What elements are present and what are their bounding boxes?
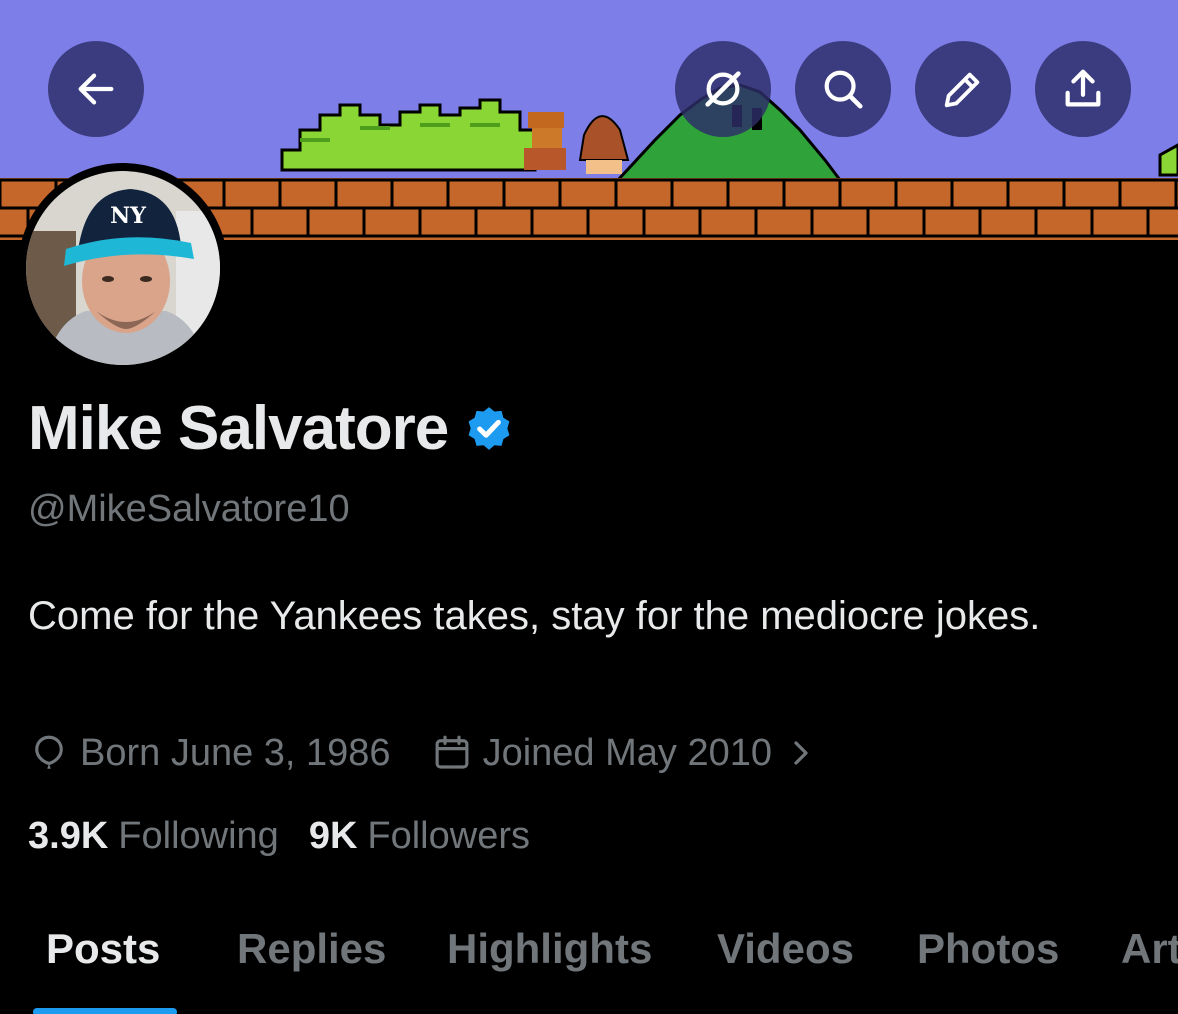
tab-replies[interactable]: Replies <box>237 925 386 973</box>
tab-posts[interactable]: Posts <box>46 925 160 973</box>
birth-date: Born June 3, 1986 <box>28 732 391 775</box>
share-button[interactable] <box>1035 41 1131 137</box>
grok-icon <box>705 71 741 107</box>
avatar[interactable]: NY <box>18 163 228 373</box>
calendar-icon <box>435 735 469 769</box>
join-date[interactable]: Joined May 2010 <box>431 732 826 775</box>
grok-button[interactable] <box>675 41 771 137</box>
tab-videos[interactable]: Videos <box>717 925 854 973</box>
tab-photos[interactable]: Photos <box>917 925 1059 973</box>
profile-name: Mike Salvatore <box>28 394 449 463</box>
followers-link[interactable]: 9K Followers <box>309 815 530 858</box>
profile-meta: Born June 3, 1986 Joined May 2010 <box>28 728 826 778</box>
following-label: Following <box>118 815 279 857</box>
following-count: 3.9K <box>28 815 109 857</box>
birth-date-text: Born June 3, 1986 <box>80 731 391 774</box>
svg-text:NY: NY <box>110 203 146 229</box>
following-link[interactable]: 3.9K Following <box>28 815 279 858</box>
profile-bio: Come for the Yankees takes, stay for the… <box>28 594 1041 638</box>
profile-tabs: Posts Replies Highlights Videos Photos A… <box>0 915 1178 1014</box>
search-button[interactable] <box>795 41 891 137</box>
active-tab-indicator <box>33 1008 177 1014</box>
chevron-right-icon <box>794 741 808 765</box>
join-date-text: Joined May 2010 <box>482 731 772 774</box>
share-icon <box>1065 69 1101 107</box>
profile-name-row: Mike Salvatore <box>28 398 514 460</box>
followers-count: 9K <box>308 815 358 857</box>
tab-articles[interactable]: Art <box>1121 925 1178 973</box>
pencil-icon <box>944 72 980 108</box>
arrow-left-icon <box>78 73 114 105</box>
search-icon <box>824 70 863 109</box>
back-button[interactable] <box>48 41 144 137</box>
verified-badge-icon[interactable] <box>464 404 514 454</box>
profile-handle: @MikeSalvatore10 <box>28 488 350 530</box>
avatar-photo: NY <box>26 171 220 365</box>
profile-page: NY Mike Salvatore @MikeSalvatore10 Come … <box>0 0 1178 1014</box>
followers-label: Followers <box>367 815 530 857</box>
follow-stats: 3.9K Following 9K Followers <box>28 815 530 858</box>
edit-button[interactable] <box>915 41 1011 137</box>
balloon-icon <box>35 735 63 769</box>
tab-highlights[interactable]: Highlights <box>447 925 652 973</box>
